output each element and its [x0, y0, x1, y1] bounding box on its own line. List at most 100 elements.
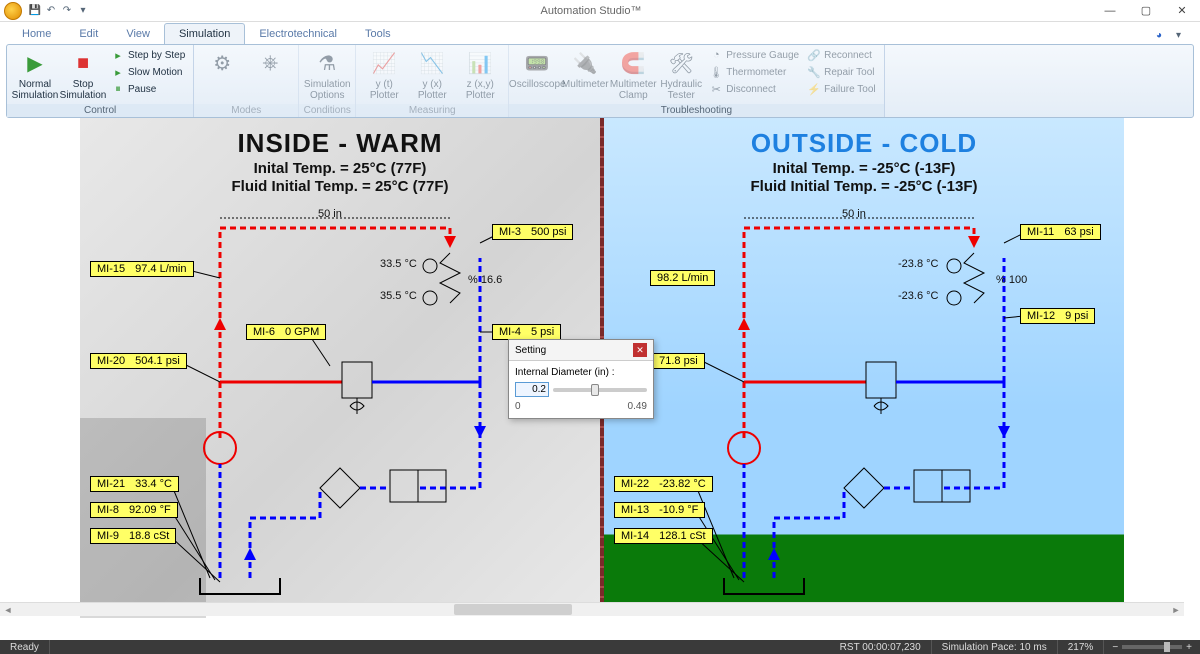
tab-simulation[interactable]: Simulation: [164, 23, 245, 44]
multimeter-clamp-button[interactable]: 🧲Multimeter Clamp: [611, 47, 655, 103]
warm-temp-2: 35.5 °C: [380, 290, 417, 302]
meas-mi14[interactable]: MI-14128.1 cSt: [614, 528, 713, 544]
ribbon-collapse-icon[interactable]: ▾: [1176, 30, 1190, 44]
normal-simulation-button[interactable]: ▶ Normal Simulation: [13, 47, 57, 103]
diagram-canvas[interactable]: INSIDE - WARM Inital Temp. = 25°C (77F) …: [0, 118, 1200, 628]
panel-outside-cold: OUTSIDE - COLD Inital Temp. = -25°C (-13…: [604, 118, 1124, 608]
yt-plotter-button[interactable]: 📈y (t) Plotter: [362, 47, 406, 103]
ribbon-group-modes: ⚙ ⎈ Modes: [194, 45, 299, 117]
thermometer-icon: 🌡: [709, 65, 723, 79]
zoom-slider[interactable]: − +: [1104, 642, 1200, 653]
oscilloscope-icon: 📟: [523, 49, 551, 77]
chart-icon: 📉: [418, 49, 446, 77]
dialog-title: Setting: [515, 345, 546, 356]
multimeter-icon: 🔌: [571, 49, 599, 77]
qat-save-icon[interactable]: 💾: [28, 4, 42, 18]
meas-mi22[interactable]: MI-22-23.82 °C: [614, 476, 713, 492]
scroll-right-icon[interactable]: ►: [1168, 603, 1184, 616]
slider-thumb[interactable]: [591, 384, 599, 396]
diameter-input[interactable]: [515, 382, 549, 397]
disconnect-icon: ✂: [709, 82, 723, 96]
bolt-icon: ⚡: [807, 82, 821, 96]
scroll-left-icon[interactable]: ◄: [0, 603, 16, 616]
status-zoom-value: 217%: [1058, 640, 1105, 654]
zoom-in-icon[interactable]: +: [1186, 642, 1192, 653]
failure-tool-button[interactable]: ⚡Failure Tool: [805, 81, 878, 97]
tab-view[interactable]: View: [112, 24, 164, 44]
hydraulic-tester-button[interactable]: 🛠Hydraulic Tester: [659, 47, 703, 103]
tab-tools[interactable]: Tools: [351, 24, 405, 44]
slider-max: 0.49: [628, 401, 647, 412]
status-rst: RST 00:00:07,230: [830, 640, 932, 654]
play-icon: ▶: [21, 49, 49, 77]
dialog-close-button[interactable]: ✕: [633, 343, 647, 357]
slow-icon: ▸: [111, 65, 125, 79]
meas-mi6[interactable]: MI-60 GPM: [246, 324, 326, 340]
step-icon: ▸: [111, 48, 125, 62]
modes-button-1[interactable]: ⚙: [200, 47, 244, 79]
scrollbar-thumb[interactable]: [454, 604, 572, 615]
meas-mi11[interactable]: MI-1163 psi: [1020, 224, 1101, 240]
reconnect-icon: 🔗: [807, 48, 821, 62]
zxy-plotter-button[interactable]: 📊z (x,y) Plotter: [458, 47, 502, 103]
help-icon[interactable]: ◕: [1156, 30, 1170, 44]
qat-undo-icon[interactable]: ↶: [44, 4, 58, 18]
close-button[interactable]: ✕: [1164, 0, 1200, 22]
cold-temp-1: -23.8 °C: [898, 258, 938, 270]
diameter-slider[interactable]: [553, 388, 647, 392]
disconnect-button[interactable]: ✂Disconnect: [707, 81, 801, 97]
setting-dialog[interactable]: Setting ✕ Internal Diameter (in) : 0 0.4…: [508, 339, 654, 419]
maximize-button[interactable]: ▢: [1128, 0, 1164, 22]
meas-mi4[interactable]: MI-45 psi: [492, 324, 561, 340]
tab-edit[interactable]: Edit: [65, 24, 112, 44]
meas-mi13[interactable]: MI-13-10.9 °F: [614, 502, 705, 518]
oscilloscope-button[interactable]: 📟Oscilloscope: [515, 47, 559, 92]
meas-mi20[interactable]: MI-20504.1 psi: [90, 353, 187, 369]
dialog-field-label: Internal Diameter (in) :: [515, 367, 647, 378]
multimeter-button[interactable]: 🔌Multimeter: [563, 47, 607, 92]
ribbon-group-control: ▶ Normal Simulation ■ Stop Simulation ▸S…: [7, 45, 194, 117]
ribbon-tabs: Home Edit View Simulation Electrotechnic…: [0, 22, 1200, 44]
status-ready: Ready: [0, 640, 50, 654]
tab-electrotechnical[interactable]: Electrotechnical: [245, 24, 351, 44]
yx-plotter-button[interactable]: 📉y (x) Plotter: [410, 47, 454, 103]
meas-mi12[interactable]: MI-129 psi: [1020, 308, 1095, 324]
pressure-gauge-button[interactable]: ◔Pressure Gauge: [707, 47, 801, 63]
ribbon-group-troubleshooting: 📟Oscilloscope 🔌Multimeter 🧲Multimeter Cl…: [509, 45, 884, 117]
cold-temp-2: -23.6 °C: [898, 290, 938, 302]
app-logo-icon: [4, 2, 22, 20]
pause-icon: ⏸: [111, 82, 125, 96]
app-title: Automation Studio™: [90, 5, 1092, 17]
thermometer-button[interactable]: 🌡Thermometer: [707, 64, 801, 80]
zoom-out-icon[interactable]: −: [1112, 642, 1118, 653]
minimize-button[interactable]: —: [1092, 0, 1128, 22]
meas-mi3[interactable]: MI-3500 psi: [492, 224, 573, 240]
tab-home[interactable]: Home: [8, 24, 65, 44]
clamp-icon: 🧲: [619, 49, 647, 77]
warm-pct: % 16.6: [468, 274, 502, 286]
cold-pct: % 100: [996, 274, 1027, 286]
reconnect-button[interactable]: 🔗Reconnect: [805, 47, 878, 63]
qat-dropdown-icon[interactable]: ▾: [76, 4, 90, 18]
hydraulic-icon: 🛠: [667, 49, 695, 77]
repair-tool-button[interactable]: 🔧Repair Tool: [805, 64, 878, 80]
step-by-step-button[interactable]: ▸Step by Step: [109, 47, 187, 63]
simulation-options-button[interactable]: ⚗ Simulation Options: [305, 47, 349, 103]
canvas-area: INSIDE - WARM Inital Temp. = 25°C (77F) …: [0, 118, 1200, 628]
meas-mi8[interactable]: MI-892.09 °F: [90, 502, 178, 518]
slow-motion-button[interactable]: ▸Slow Motion: [109, 64, 187, 80]
gauge-icon: ◔: [709, 48, 723, 62]
meas-cold-flow[interactable]: 98.2 L/min: [650, 270, 715, 286]
wrench-icon: 🔧: [807, 65, 821, 79]
horizontal-scrollbar[interactable]: ◄ ►: [0, 602, 1184, 616]
qat-redo-icon[interactable]: ↷: [60, 4, 74, 18]
meas-mi15[interactable]: MI-1597.4 L/min: [90, 261, 194, 277]
meas-mi9[interactable]: MI-918.8 cSt: [90, 528, 176, 544]
ribbon-group-measuring: 📈y (t) Plotter 📉y (x) Plotter 📊z (x,y) P…: [356, 45, 509, 117]
modes-button-2[interactable]: ⎈: [248, 47, 292, 79]
stop-simulation-button[interactable]: ■ Stop Simulation: [61, 47, 105, 103]
meas-mi21[interactable]: MI-2133.4 °C: [90, 476, 179, 492]
cold-dim-label: 50 in: [842, 208, 866, 220]
flask-icon: ⚗: [313, 49, 341, 77]
pause-button[interactable]: ⏸Pause: [109, 81, 187, 97]
